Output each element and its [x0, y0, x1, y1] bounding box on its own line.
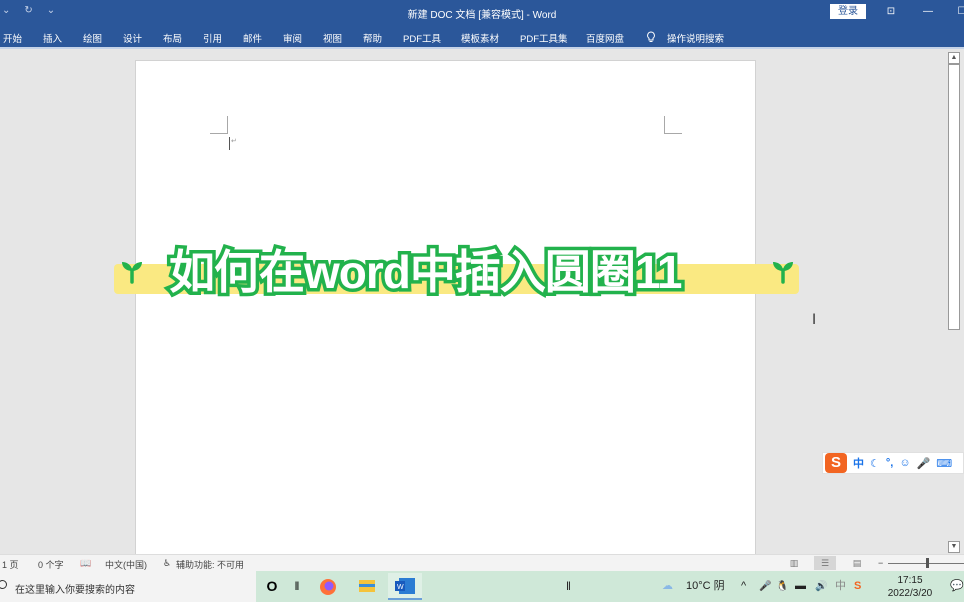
- search-icon: [0, 580, 7, 589]
- tab-draw[interactable]: 绘图: [83, 31, 102, 45]
- ribbon-display-options-icon[interactable]: ⊡: [881, 4, 901, 20]
- tab-home[interactable]: 开始: [3, 31, 22, 45]
- tab-layout[interactable]: 布局: [163, 31, 182, 45]
- show-hidden-icons[interactable]: ^: [741, 571, 746, 602]
- status-bar: 1 页 0 个字 📖 中文(中国) ♿ 辅助功能: 不可用 ▥ ☰ ▤ −: [0, 554, 964, 571]
- tab-insert[interactable]: 插入: [43, 31, 62, 45]
- accessibility-status[interactable]: 辅助功能: 不可用: [176, 558, 244, 571]
- read-mode-button[interactable]: ▥: [783, 556, 805, 570]
- tab-references[interactable]: 引用: [203, 31, 222, 45]
- ime-halfwidth-icon[interactable]: ☾: [870, 457, 880, 470]
- zoom-slider-thumb[interactable]: [926, 558, 929, 568]
- lightbulb-icon: [646, 31, 656, 46]
- microphone-icon[interactable]: 🎤: [759, 571, 771, 602]
- windows-taskbar: 在这里输入你要搜索的内容 O ‖ W ‖ ☁ 10°C 阴 ^ 🎤 🐧 ▬ 🔊 …: [0, 571, 964, 602]
- vertical-scrollbar[interactable]: ▲ ▼: [946, 49, 964, 554]
- ribbon-tabs: 开始 插入 绘图 设计 布局 引用 邮件 审阅 视图 帮助 PDF工具 模板素材…: [0, 24, 964, 48]
- text-cursor: [229, 137, 230, 150]
- tab-view[interactable]: 视图: [323, 31, 342, 45]
- input-language-icon[interactable]: 中: [835, 571, 846, 602]
- document-page[interactable]: ↵: [135, 60, 756, 554]
- search-placeholder: 在这里输入你要搜索的内容: [15, 585, 135, 596]
- mouse-ibeam-cursor: Ⅰ: [812, 311, 817, 327]
- system-clock[interactable]: 17:15 2022/3/20: [880, 574, 940, 600]
- tell-me-search[interactable]: 操作说明搜索: [667, 31, 724, 45]
- weather-widget[interactable]: 10°C 阴: [686, 571, 725, 602]
- clock-time: 17:15: [897, 575, 923, 586]
- web-layout-button[interactable]: ▤: [846, 556, 868, 570]
- proofing-icon[interactable]: 📖: [80, 558, 91, 569]
- firefox-icon[interactable]: [311, 573, 345, 600]
- svg-text:W: W: [397, 584, 404, 591]
- paragraph-mark: ↵: [231, 138, 237, 145]
- tab-mailings[interactable]: 邮件: [243, 31, 262, 45]
- sprout-icon: [773, 262, 793, 284]
- sogou-tray-icon[interactable]: S: [854, 571, 861, 602]
- volume-icon[interactable]: 🔊: [815, 571, 827, 602]
- tab-review[interactable]: 审阅: [283, 31, 302, 45]
- tab-pdf-tools[interactable]: PDF工具: [403, 31, 441, 45]
- qq-icon[interactable]: 🐧: [776, 571, 788, 602]
- margin-corner-top-right: [664, 116, 682, 134]
- tab-pdf-toolset[interactable]: PDF工具集: [520, 31, 568, 45]
- print-layout-button[interactable]: ☰: [814, 556, 836, 570]
- document-canvas: ↵ 如何在word中插入圆圈11 Ⅰ: [0, 49, 946, 554]
- taskbar-search-box[interactable]: 在这里输入你要搜索的内容: [0, 571, 256, 602]
- tab-help[interactable]: 帮助: [363, 31, 382, 45]
- title-bar: ⌄ ↻ ⌄ 新建 DOC 文档 [兼容模式] - Word 登录 ⊡ — ☐: [0, 0, 964, 24]
- scroll-down-button[interactable]: ▼: [948, 541, 960, 553]
- ime-emoji-icon[interactable]: ☺: [899, 457, 910, 469]
- sogou-logo-icon[interactable]: S: [825, 453, 847, 473]
- ime-voice-icon[interactable]: 🎤: [917, 457, 931, 470]
- ime-keyboard-icon[interactable]: ⌨: [936, 457, 952, 470]
- language-indicator[interactable]: 中文(中国): [105, 558, 147, 571]
- tab-design[interactable]: 设计: [123, 31, 142, 45]
- file-explorer-icon[interactable]: [350, 573, 384, 600]
- weather-icon: ☁: [662, 580, 673, 592]
- minimize-icon[interactable]: —: [918, 4, 938, 20]
- scroll-up-button[interactable]: ▲: [948, 52, 960, 64]
- margin-corner-top-left: [210, 116, 228, 134]
- accessibility-icon: ♿: [163, 558, 172, 568]
- scroll-thumb[interactable]: [948, 64, 960, 330]
- zoom-out-button[interactable]: −: [878, 558, 883, 568]
- word-taskbar-icon[interactable]: W: [388, 573, 422, 600]
- ime-chinese-mode[interactable]: 中: [853, 455, 864, 471]
- maximize-icon[interactable]: ☐: [952, 4, 964, 20]
- window-title: 新建 DOC 文档 [兼容模式] - Word: [407, 10, 557, 21]
- tab-templates[interactable]: 模板素材: [461, 31, 499, 45]
- notification-center-icon[interactable]: 💬: [950, 571, 964, 602]
- taskbar-separator: ‖: [566, 579, 571, 593]
- login-button[interactable]: 登录: [830, 4, 866, 19]
- task-view-icon[interactable]: ‖: [280, 573, 314, 600]
- tab-baidu-netdisk[interactable]: 百度网盘: [586, 31, 624, 45]
- sogou-ime-toolbar: S 中 ☾ °, ☺ 🎤 ⌨: [822, 452, 964, 474]
- ime-punctuation-icon[interactable]: °,: [886, 457, 893, 469]
- word-count[interactable]: 0 个字: [38, 558, 64, 571]
- word-window: ⌄ ↻ ⌄ 新建 DOC 文档 [兼容模式] - Word 登录 ⊡ — ☐ 开…: [0, 0, 964, 602]
- page-count[interactable]: 1 页: [2, 558, 19, 571]
- banner-title: 如何在word中插入圆圈11: [166, 243, 687, 302]
- battery-icon[interactable]: ▬: [795, 571, 806, 602]
- title-banner-overlay: 如何在word中插入圆圈11: [114, 242, 799, 302]
- clock-date: 2022/3/20: [887, 588, 933, 599]
- sprout-icon: [122, 262, 142, 284]
